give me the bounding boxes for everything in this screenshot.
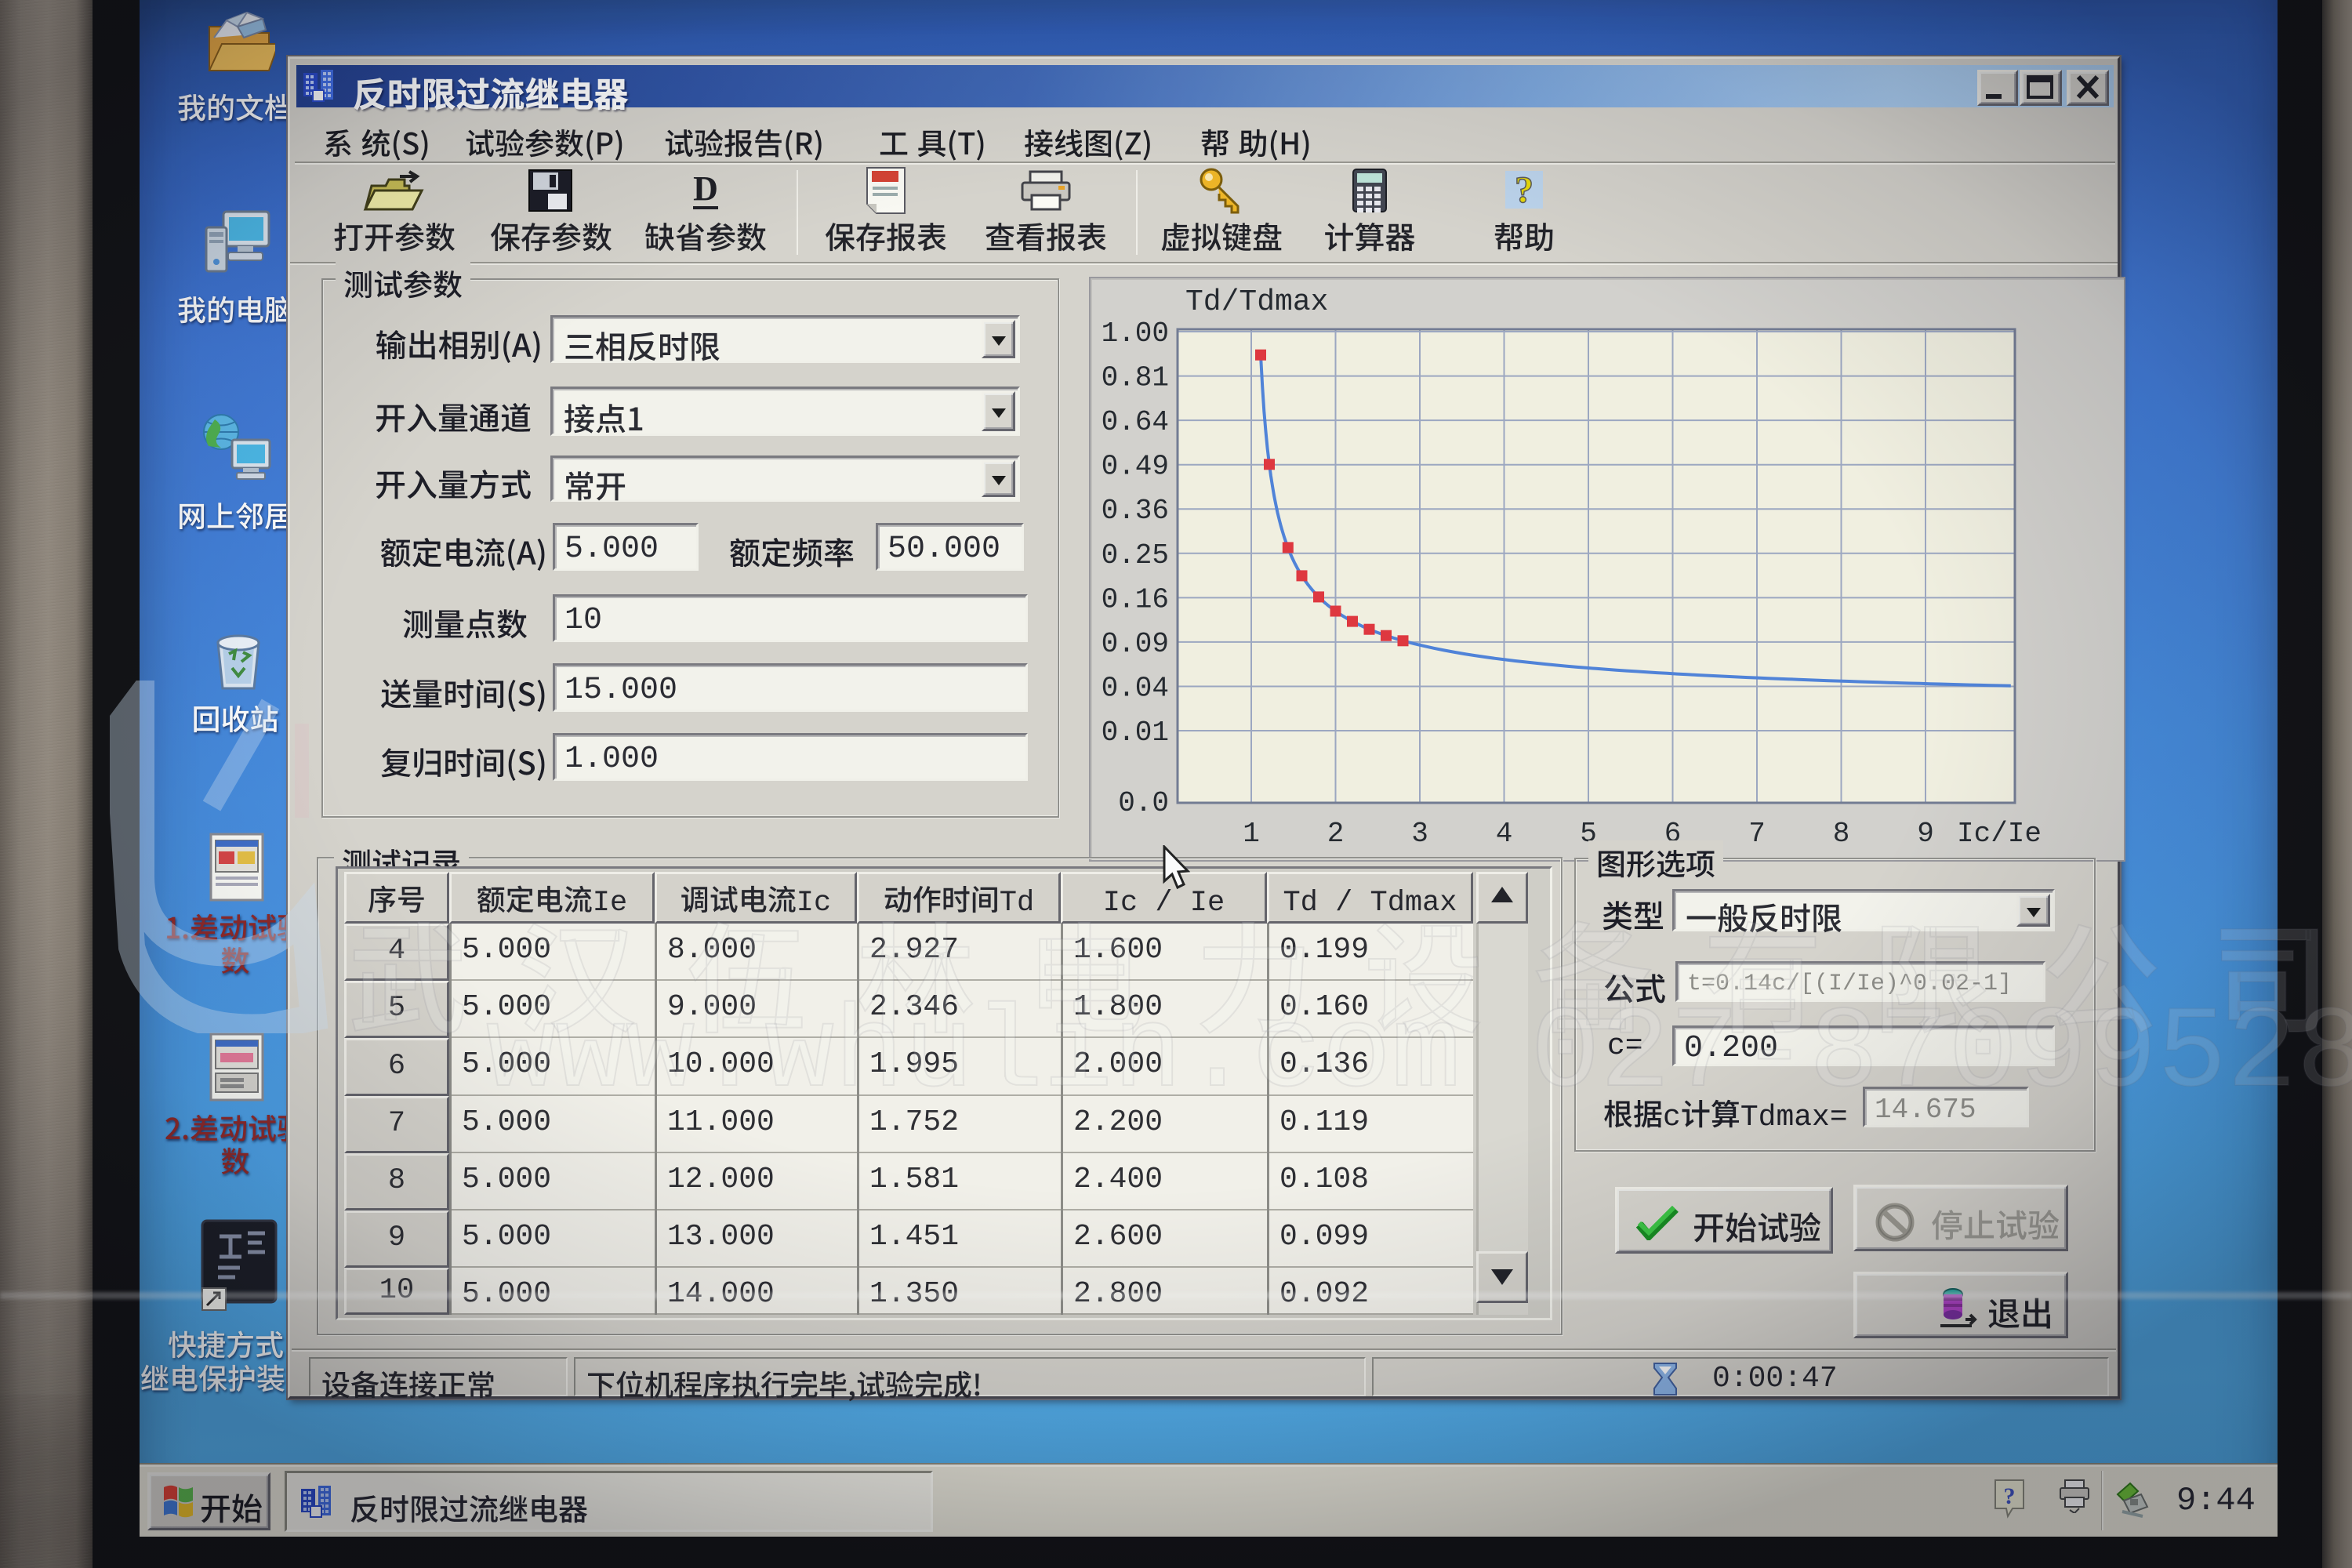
svg-text:7: 7	[1748, 818, 1766, 850]
svg-text:0.01: 0.01	[1102, 717, 1169, 749]
svg-text:?: ?	[2004, 1483, 2016, 1509]
svg-text:Td/Tdmax: Td/Tdmax	[1185, 285, 1328, 319]
svg-text:0.64: 0.64	[1102, 406, 1169, 438]
svg-text:4: 4	[1496, 818, 1513, 850]
svg-text:2: 2	[1327, 818, 1345, 850]
svg-text:?: ?	[1515, 169, 1534, 211]
svg-text:Ic/Ie: Ic/Ie	[1957, 818, 2042, 850]
svg-text:0.16: 0.16	[1102, 583, 1169, 615]
svg-text:1.00: 1.00	[1102, 318, 1169, 350]
svg-text:9: 9	[1917, 818, 1934, 850]
svg-text:0.25: 0.25	[1102, 539, 1169, 572]
svg-text:1: 1	[1243, 818, 1260, 850]
svg-text:0.49: 0.49	[1102, 451, 1169, 483]
svg-text:0.0: 0.0	[1118, 787, 1169, 819]
svg-text:8: 8	[1833, 818, 1850, 850]
svg-text:0.36: 0.36	[1102, 495, 1169, 527]
svg-text:0.09: 0.09	[1102, 628, 1169, 660]
svg-text:0.04: 0.04	[1102, 673, 1169, 705]
svg-text:0.81: 0.81	[1102, 362, 1169, 394]
svg-text:3: 3	[1411, 818, 1428, 850]
